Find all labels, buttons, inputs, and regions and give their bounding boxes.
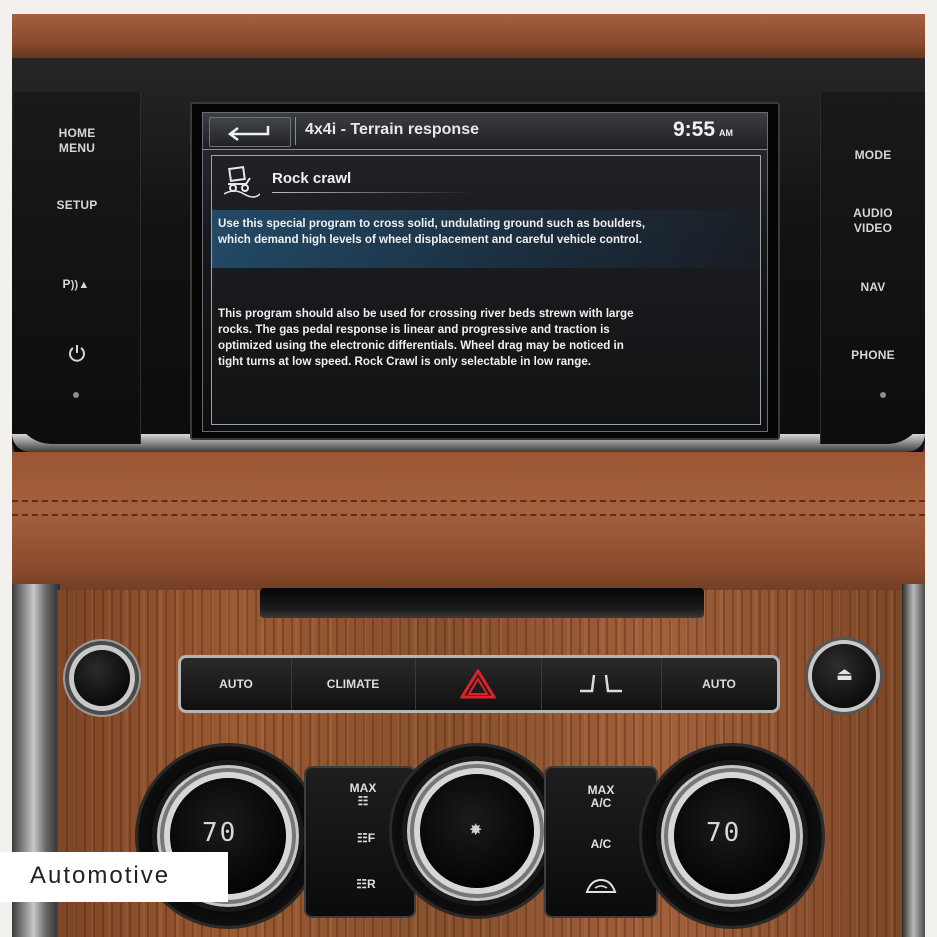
right-temp-dial[interactable]: 70 (674, 778, 790, 894)
parking-aid-button[interactable]: P))▲ (46, 262, 106, 293)
indicator-dot-left (73, 392, 79, 398)
clock-ampm: AM (719, 128, 734, 138)
eject-icon: ⏏ (836, 664, 854, 684)
setup-button[interactable]: SETUP (42, 198, 112, 213)
max-ac-sub-label: A/C (590, 796, 612, 810)
audio-video-button[interactable]: AUDIO VIDEO (833, 206, 913, 236)
description-line: Use this special program to cross solid,… (218, 217, 646, 230)
stitching-upper (12, 500, 925, 502)
detail-line: tight turns at low speed. Rock Crawl is … (218, 355, 592, 368)
indicator-dot-right (880, 392, 886, 398)
climate-control-bar: AUTO CLIMATE AUTO (178, 655, 780, 713)
rock-crawl-icon (224, 165, 260, 198)
windshield-defrost-icon: ☷ (357, 794, 369, 808)
clock-time: 9:55 (673, 118, 716, 141)
recirculation-button[interactable] (576, 876, 626, 901)
leather-dash-top (12, 14, 925, 64)
back-arrow-icon (227, 126, 270, 141)
rear-defrost-button[interactable]: ☷R (338, 878, 394, 891)
eject-button[interactable]: ⏏ (812, 644, 876, 708)
auto-right-button[interactable]: AUTO (661, 658, 777, 710)
screen-display: 4x4i - Terrain response 9:55 AM Rock craw… (202, 112, 768, 432)
right-hardkey-panel: MODE AUDIO VIDEO NAV PHONE (820, 92, 925, 444)
phone-button[interactable]: PHONE (833, 348, 913, 363)
category-badge: Automotive (0, 852, 228, 902)
terrain-info-panel: Rock crawl Use this special program to c… (211, 155, 761, 425)
left-hardkey-panel: HOME MENU SETUP P))▲ (14, 92, 141, 444)
ac-button[interactable]: A/C (576, 838, 626, 851)
max-defrost-button[interactable]: MAX ☷ (338, 782, 388, 808)
disc-slot[interactable] (260, 588, 704, 618)
screen-title: 4x4i - Terrain response (305, 121, 479, 138)
detail-line: This program should also be used for cro… (218, 307, 634, 320)
front-defrost-icon: ☷ (356, 831, 368, 845)
home-menu-button[interactable]: HOME MENU (42, 126, 112, 156)
parking-label: P (62, 277, 71, 291)
volume-knob[interactable] (74, 650, 130, 706)
heading-underline (272, 192, 472, 193)
stitching-lower (12, 514, 925, 516)
title-separator (295, 117, 296, 145)
seat-icon (580, 674, 622, 693)
detail-line: optimized using the electronic different… (218, 339, 624, 352)
heated-seats-button[interactable] (541, 658, 662, 710)
climate-button[interactable]: CLIMATE (291, 658, 416, 710)
description-line: which demand high levels of wheel displa… (218, 233, 642, 246)
category-label: Automotive (30, 862, 171, 889)
touchscreen: 4x4i - Terrain response 9:55 AM Rock craw… (190, 102, 780, 440)
max-ac-button[interactable]: MAX A/C (576, 784, 626, 810)
program-heading: Rock crawl (272, 170, 352, 187)
title-bar: 4x4i - Terrain response 9:55 AM (203, 113, 767, 150)
auto-left-button[interactable]: AUTO (181, 658, 292, 710)
clock: 9:55 AM (673, 118, 733, 142)
parking-aid-icon: ))▲ (70, 279, 90, 291)
nav-button[interactable]: NAV (833, 280, 913, 295)
chrome-trim-right (902, 584, 925, 937)
front-defrost-button[interactable]: ☷F (338, 832, 394, 845)
rear-defrost-label: R (367, 877, 376, 891)
back-button[interactable] (209, 117, 291, 147)
hazard-button[interactable] (415, 658, 542, 710)
power-button[interactable] (62, 328, 92, 362)
right-temp-readout: 70 (706, 818, 742, 848)
left-temp-readout: 70 (202, 818, 238, 848)
hazard-icon (459, 668, 497, 699)
fan-icon: ✸ (469, 822, 483, 839)
front-defrost-label: F (367, 831, 376, 845)
mode-button[interactable]: MODE (833, 148, 913, 163)
right-ac-panel: MAX A/C A/C (544, 766, 658, 918)
detail-line: rocks. The gas pedal response is linear … (218, 323, 610, 336)
recirculation-icon (585, 878, 617, 893)
photo-frame: HOME MENU SETUP P))▲ MODE AUDIO VIDEO NA… (12, 14, 925, 937)
fan-speed-dial[interactable]: ✸ (420, 774, 534, 888)
leather-trim (12, 452, 925, 597)
rear-defrost-icon: ☷ (356, 877, 368, 891)
power-icon (69, 345, 85, 362)
